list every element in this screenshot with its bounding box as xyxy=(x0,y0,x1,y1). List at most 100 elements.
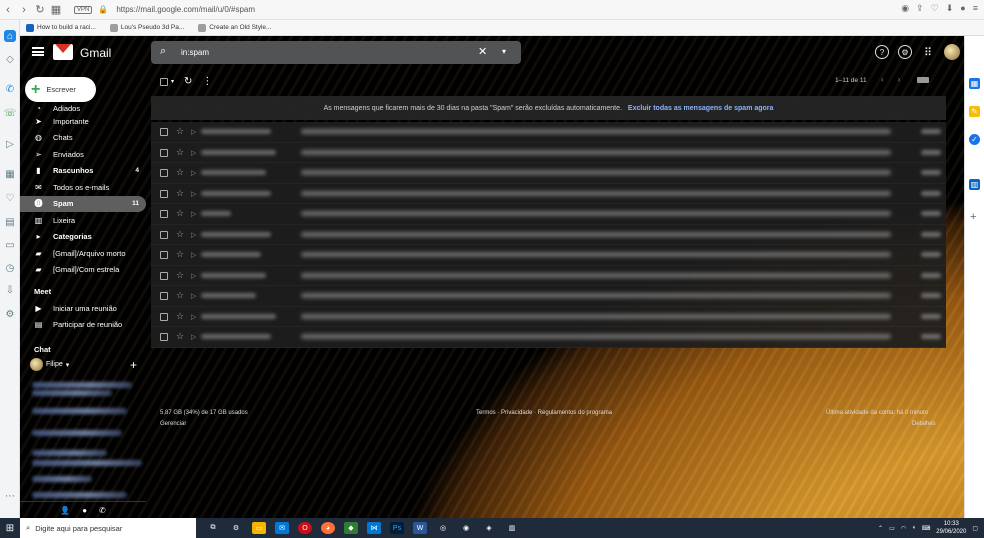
list-item[interactable] xyxy=(32,390,112,396)
reload-icon[interactable]: ↻ xyxy=(32,2,48,18)
chevron-left-icon[interactable]: ‹ xyxy=(881,75,884,84)
list-item[interactable] xyxy=(32,408,127,414)
table-row[interactable]: ☆ ▷ xyxy=(151,327,946,348)
obs-icon[interactable]: ◎ xyxy=(436,522,450,534)
meet-join-meeting[interactable]: ▤ Participar de reunião xyxy=(20,316,146,333)
chevron-right-icon[interactable]: › xyxy=(898,75,901,84)
vscode-icon[interactable]: ⋈ xyxy=(367,522,381,534)
photoshop-icon[interactable]: Ps xyxy=(390,522,404,534)
opera-icon[interactable]: O xyxy=(298,522,312,534)
task-view-icon[interactable]: ⧉ xyxy=(206,522,220,534)
gmail-logo[interactable] xyxy=(53,44,73,60)
meet-new-meeting[interactable]: ▶ Iniciar uma reunião xyxy=(20,300,146,317)
row-checkbox[interactable] xyxy=(160,251,168,259)
nav-item-chats[interactable]: ◍ Chats xyxy=(20,130,146,147)
bookmark-item[interactable]: Lou's Pseudo 3d Pa... xyxy=(109,23,184,32)
table-row[interactable]: ☆ ▷ xyxy=(151,245,946,266)
tabs-icon[interactable]: ▭ xyxy=(4,239,16,251)
taskbar-clock[interactable]: 10:33 29/06/2020 xyxy=(936,520,966,536)
list-item[interactable] xyxy=(32,430,122,436)
list-item[interactable] xyxy=(32,460,142,466)
nav-item-important[interactable]: ➤ Importante xyxy=(20,113,146,130)
terms-links[interactable]: Termos · Privacidade · Regulamentos do p… xyxy=(476,410,612,416)
windows-start-icon[interactable]: ⊞ xyxy=(0,518,20,538)
importance-marker-icon[interactable]: ▷ xyxy=(191,272,196,280)
word-icon[interactable]: W xyxy=(413,522,427,534)
list-item[interactable] xyxy=(32,492,127,498)
camera-icon[interactable]: ◉ xyxy=(901,3,909,14)
row-checkbox[interactable] xyxy=(160,169,168,177)
table-row[interactable]: ☆ ▷ xyxy=(151,225,946,245)
get-addons-plus-icon[interactable]: + xyxy=(970,211,976,223)
help-icon[interactable]: ? xyxy=(875,45,889,59)
nav-item-categories[interactable]: ▸ Categorias xyxy=(20,229,146,246)
star-icon[interactable]: ☆ xyxy=(176,270,184,281)
star-icon[interactable]: ☆ xyxy=(176,290,184,301)
calendar-icon[interactable]: ▦ xyxy=(969,78,980,89)
more-options-icon[interactable]: ⋮ xyxy=(202,76,212,87)
address-field[interactable]: https://mail.google.com/mail/u/0/#spam xyxy=(116,5,255,14)
details-link[interactable]: Detalhes xyxy=(912,421,936,427)
star-icon[interactable]: ☆ xyxy=(176,208,184,219)
importance-marker-icon[interactable]: ▷ xyxy=(191,149,196,157)
search-icon[interactable]: ⌕ xyxy=(160,45,166,58)
phone-icon[interactable]: ✆ xyxy=(99,506,106,515)
row-checkbox[interactable] xyxy=(160,230,168,239)
notifications-icon[interactable]: ▢ xyxy=(972,525,978,532)
refresh-icon[interactable]: ↻ xyxy=(184,76,192,87)
nav-item-label[interactable]: ▰ [Gmail]/Arquivo morto xyxy=(20,245,146,262)
table-row[interactable]: ☆ ▷ xyxy=(151,204,946,225)
row-checkbox[interactable] xyxy=(160,312,168,321)
main-menu-icon[interactable] xyxy=(32,47,44,56)
nav-item-drafts[interactable]: ▮ Rascunhos 4 xyxy=(20,163,146,180)
input-tools-icon[interactable] xyxy=(917,77,929,83)
manage-storage-link[interactable]: Gerenciar xyxy=(160,421,186,427)
nav-item-all-mail[interactable]: ✉ Todos os e-mails xyxy=(20,179,146,196)
apps-grid-icon[interactable]: ⠿ xyxy=(921,45,935,59)
forward-icon[interactable]: › xyxy=(16,2,32,18)
app-icon[interactable]: ◈ xyxy=(482,522,496,534)
whatsapp-icon[interactable]: ☏ xyxy=(4,107,17,119)
taskbar-search[interactable]: ⌕ Digite aqui para pesquisar xyxy=(20,518,196,538)
list-item[interactable] xyxy=(32,476,92,482)
back-icon[interactable]: ‹ xyxy=(0,2,16,18)
table-row[interactable]: ☆ ▷ xyxy=(151,143,946,163)
gmail-brand[interactable]: Gmail xyxy=(80,46,111,60)
delete-all-spam-link[interactable]: Excluir todas as mensagens de spam agora xyxy=(628,105,774,112)
importance-marker-icon[interactable]: ▷ xyxy=(191,231,196,239)
chart-app-icon[interactable]: ▥ xyxy=(505,522,519,534)
star-icon[interactable]: ☆ xyxy=(176,249,184,260)
settings-gear-icon[interactable]: ⚙ xyxy=(898,45,912,59)
volume-icon[interactable]: ◖ xyxy=(912,525,916,531)
bookmark-item[interactable]: Create an Old Style... xyxy=(198,23,271,32)
settings-icon[interactable]: ⚙ xyxy=(229,522,243,534)
heart-icon[interactable]: ♡ xyxy=(931,3,939,14)
vpn-badge[interactable]: VPN xyxy=(74,5,93,14)
importance-marker-icon[interactable]: ▷ xyxy=(191,210,196,218)
nav-item-label[interactable]: ▰ [Gmail]/Com estrela xyxy=(20,262,146,279)
importance-marker-icon[interactable]: ▷ xyxy=(191,292,196,300)
share-icon[interactable]: ⇪ xyxy=(916,3,924,14)
settings-icon[interactable]: ⚙ xyxy=(4,308,16,320)
importance-marker-icon[interactable]: ▷ xyxy=(191,251,196,259)
gitkraken-icon[interactable]: ◆ xyxy=(344,522,358,534)
profile-icon[interactable]: ● xyxy=(960,3,965,14)
row-checkbox[interactable] xyxy=(160,271,168,280)
firefox-icon[interactable]: ◕ xyxy=(321,522,335,534)
row-checkbox[interactable] xyxy=(160,292,168,300)
star-icon[interactable]: ☆ xyxy=(176,229,184,240)
tabs-grid-icon[interactable]: ▦ xyxy=(48,2,64,18)
home-icon[interactable]: ⌂ xyxy=(4,30,16,42)
star-icon[interactable]: ☆ xyxy=(176,188,184,199)
wifi-icon[interactable]: ◠ xyxy=(901,525,906,532)
nav-item-trash[interactable]: ▥ Lixeira xyxy=(20,212,146,229)
list-item[interactable] xyxy=(32,382,132,388)
bookmarks-heart-icon[interactable]: ♡ xyxy=(4,192,16,204)
importance-marker-icon[interactable]: ▷ xyxy=(191,190,196,198)
account-avatar[interactable] xyxy=(944,44,960,60)
row-checkbox[interactable] xyxy=(160,148,168,157)
importance-marker-icon[interactable]: ▷ xyxy=(191,313,196,321)
nav-item-snoozed[interactable]: ◔ Adiados xyxy=(20,104,146,113)
nav-item-spam[interactable]: ⓿ Spam 11 xyxy=(20,195,146,212)
mail-app-icon[interactable]: ✉ xyxy=(275,522,289,534)
